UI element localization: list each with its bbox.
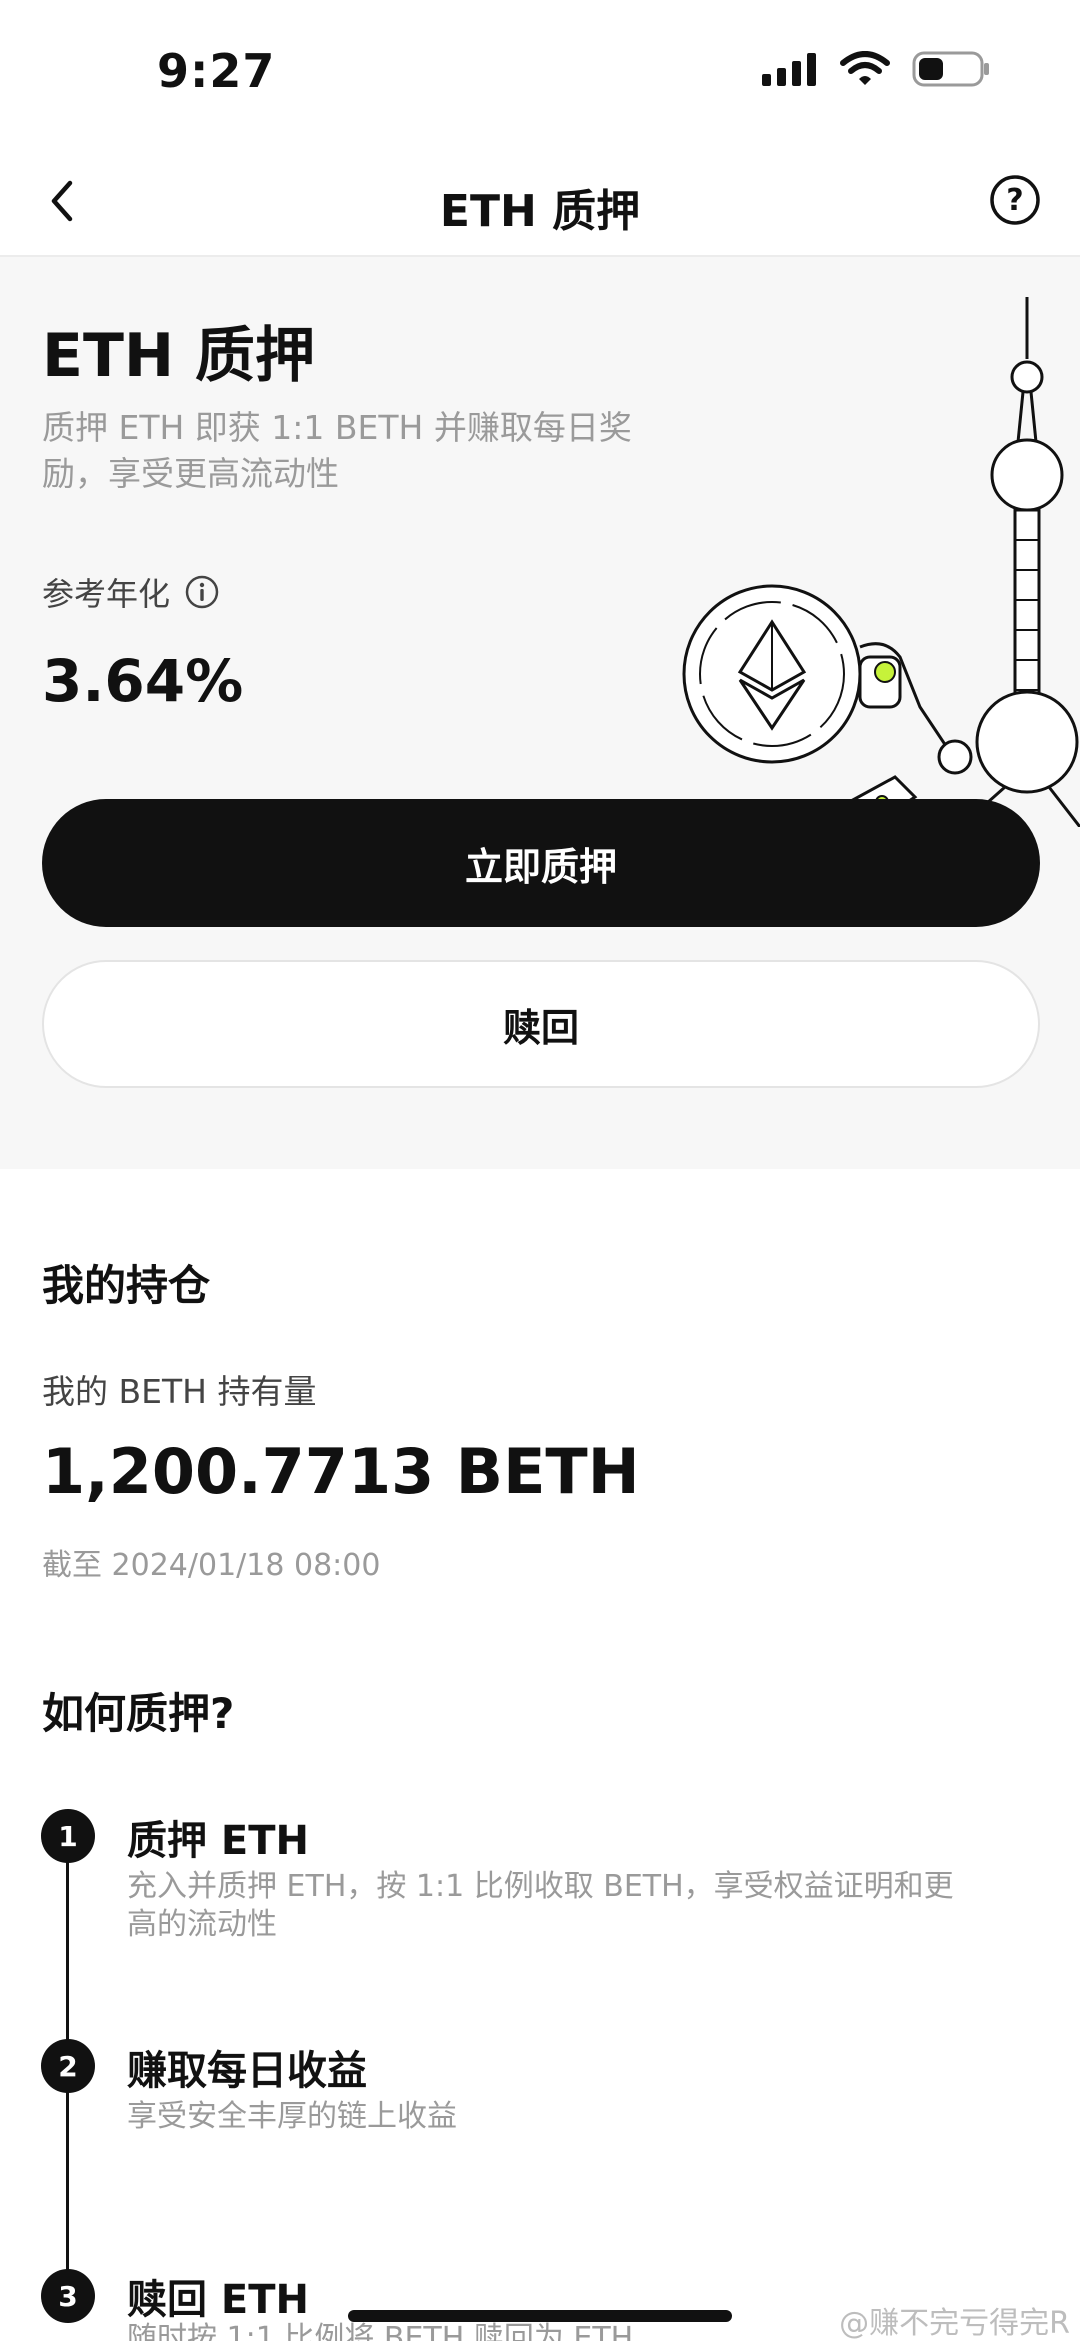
nav-bar: ETH 质押 ?: [0, 145, 1080, 257]
step-number-3: 3: [41, 2269, 95, 2323]
how-to-section-title: 如何质押?: [42, 1689, 235, 1738]
status-time: 9:27: [157, 44, 276, 98]
hero-section: ETH 质押 质押 ETH 即获 1:1 BETH 并赚取每日奖励，享受更高流动…: [0, 257, 1080, 1169]
help-button[interactable]: ?: [988, 173, 1042, 227]
hero-title: ETH 质押: [42, 321, 316, 391]
step-desc-3: 随时按 1:1 比例将 BETH 赎回为 ETH: [127, 2321, 634, 2341]
status-bar: 9:27: [0, 0, 1080, 145]
beth-holding-label: 我的 BETH 持有量: [42, 1372, 317, 1411]
step-desc-1: 充入并质押 ETH，按 1:1 比例收取 BETH，享受权益证明和更高的流动性: [127, 1869, 954, 1942]
step-title-3: 赎回 ETH: [127, 2277, 310, 2323]
info-circle-icon[interactable]: [184, 574, 220, 610]
redeem-button[interactable]: 赎回: [42, 960, 1040, 1088]
apr-label: 参考年化: [42, 575, 171, 613]
svg-text:?: ?: [1006, 183, 1023, 218]
hero-description: 质押 ETH 即获 1:1 BETH 并赚取每日奖励，享受更高流动性: [42, 408, 632, 493]
wifi-icon: [840, 51, 890, 85]
step-title-1: 质押 ETH: [127, 1818, 310, 1864]
holdings-section-title: 我的持仓: [42, 1261, 211, 1310]
page-title: ETH 质押: [439, 186, 641, 237]
step-number-1: 1: [41, 1809, 95, 1863]
step-title-2: 赚取每日收益: [127, 2048, 367, 2094]
holding-as-of-time: 截至 2024/01/18 08:00: [42, 1548, 381, 1583]
home-indicator[interactable]: [348, 2310, 732, 2322]
eth-robot-tower-illustration: [682, 297, 1080, 827]
status-icons: [760, 50, 990, 88]
question-circle-icon: ?: [990, 175, 1040, 225]
apr-value: 3.64%: [42, 647, 244, 715]
signal-icon: [762, 53, 816, 86]
step-desc-2: 享受安全丰厚的链上收益: [127, 2099, 457, 2134]
apr-label-row: 参考年化: [42, 569, 220, 615]
beth-holding-value: 1,200.7713 BETH: [42, 1435, 640, 1508]
battery-icon: [912, 51, 989, 87]
watermark: @赚不完亏得完R: [839, 2306, 1070, 2341]
stake-now-button[interactable]: 立即质押: [42, 799, 1040, 927]
step-number-2: 2: [41, 2039, 95, 2093]
